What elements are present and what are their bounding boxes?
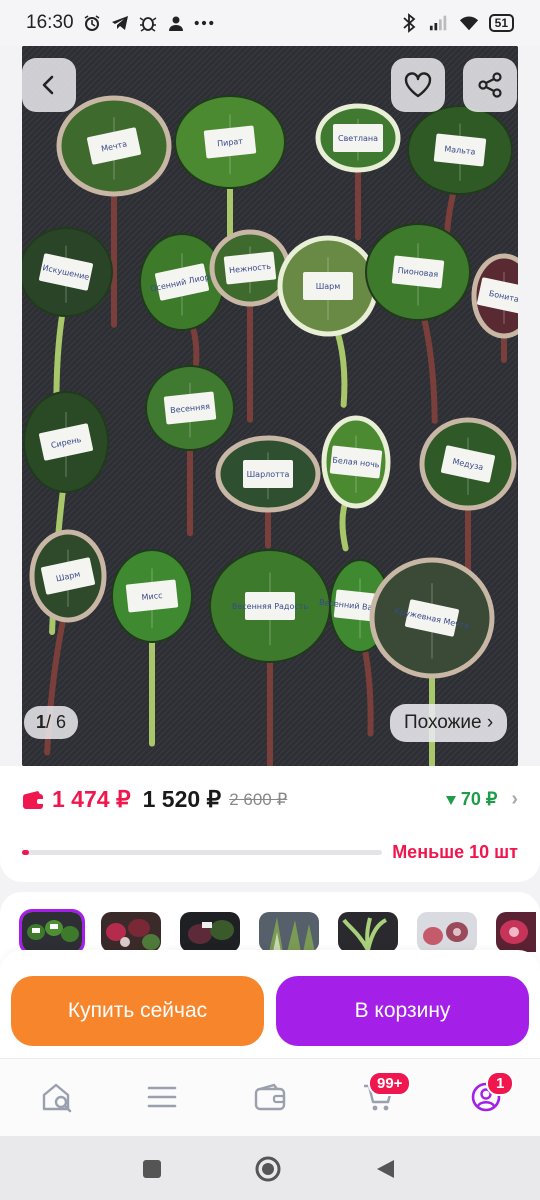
system-navigation xyxy=(0,1136,540,1200)
nav-home[interactable] xyxy=(40,1079,76,1115)
nav-catalog[interactable] xyxy=(144,1079,180,1115)
heart-icon xyxy=(404,72,432,98)
chevron-right-icon: › xyxy=(511,788,518,810)
leaf-tag-label: Светлана xyxy=(338,134,378,143)
bonus-value: 70 ₽ xyxy=(460,789,498,809)
leaf-tag-label: Шарлотта xyxy=(247,470,290,479)
price-card: 1 474 ₽ 1 520 ₽ 2 600 ₽ 70 ₽ › Меньше 10… xyxy=(0,766,540,882)
thumbnail-item[interactable] xyxy=(101,912,161,952)
favorite-button[interactable] xyxy=(391,58,445,112)
thumbnail-item[interactable] xyxy=(19,909,85,955)
person-icon xyxy=(166,13,186,33)
profile-badge: 1 xyxy=(486,1071,515,1096)
thumbnail-item[interactable] xyxy=(180,912,240,952)
add-to-cart-button[interactable]: В корзину xyxy=(276,976,529,1046)
violet-leaves-photo: Мечта Пират СветланаМальтаИскушение Осенний… xyxy=(22,46,518,766)
price-regular: 1 520 ₽ xyxy=(142,786,222,812)
price-old: 2 600 ₽ xyxy=(229,789,288,809)
home-search-icon xyxy=(42,1083,72,1113)
wifi-icon xyxy=(459,13,479,33)
leaf-tag-label: Весенняя Радость xyxy=(232,602,309,611)
back-button[interactable] xyxy=(22,58,76,112)
circle-icon xyxy=(255,1156,281,1182)
share-button[interactable] xyxy=(463,58,517,112)
alarm-icon xyxy=(82,13,102,33)
thumbnail-strip xyxy=(19,909,540,955)
stock-text: Меньше 10 шт xyxy=(392,842,518,862)
bonus-points[interactable]: 70 ₽ › xyxy=(445,788,518,811)
bluetooth-icon xyxy=(399,13,419,33)
home-button[interactable] xyxy=(253,1154,283,1184)
cart-badge: 99+ xyxy=(368,1071,412,1096)
status-bar: 16:30 51 xyxy=(0,0,540,46)
stock-progress-bar xyxy=(22,850,382,855)
image-counter: 1/ 6 xyxy=(24,706,79,739)
buy-now-button[interactable]: Купить сейчас xyxy=(11,976,264,1046)
thumbnail-item[interactable] xyxy=(259,912,319,952)
image-counter-total: / 6 xyxy=(46,712,67,732)
leaf-tag-label: Шарм xyxy=(316,282,341,291)
chevron-left-icon xyxy=(42,75,54,95)
similar-button[interactable]: Похожие › xyxy=(390,704,508,742)
signal-icon xyxy=(429,13,449,33)
wallet-icon xyxy=(23,790,45,809)
more-icon xyxy=(194,13,214,33)
back-system-button[interactable] xyxy=(370,1154,400,1184)
triangle-back-icon xyxy=(377,1160,394,1178)
status-time: 16:30 xyxy=(26,12,74,33)
telegram-icon xyxy=(110,13,130,33)
bug-icon xyxy=(138,13,158,33)
image-counter-current: 1 xyxy=(36,712,47,732)
square-icon xyxy=(143,1160,161,1178)
price-wallet: 1 474 ₽ xyxy=(52,786,131,812)
thumbnail-item[interactable] xyxy=(417,912,477,952)
status-icons-right: 51 xyxy=(399,13,514,33)
thumbnail-item[interactable] xyxy=(496,912,540,952)
arrow-down-icon xyxy=(445,795,456,805)
nav-wallet[interactable] xyxy=(252,1079,288,1115)
thumbnail-item[interactable] xyxy=(338,912,398,952)
menu-icon xyxy=(147,1086,177,1108)
stock-progress-fill xyxy=(22,850,30,855)
recents-button[interactable] xyxy=(137,1154,167,1184)
product-image[interactable]: Мечта Пират Светлана Мальта Искушение Осенний… xyxy=(22,46,518,766)
wallet-icon xyxy=(254,1083,286,1111)
battery-icon: 51 xyxy=(488,14,514,32)
status-icons-left xyxy=(82,13,214,33)
share-icon xyxy=(478,72,502,98)
bottom-navigation: 99+ 1 xyxy=(0,1058,540,1136)
price-row: 1 474 ₽ 1 520 ₽ 2 600 ₽ 70 ₽ › xyxy=(22,786,518,813)
action-bar: Купить сейчас В корзину xyxy=(0,950,540,1058)
